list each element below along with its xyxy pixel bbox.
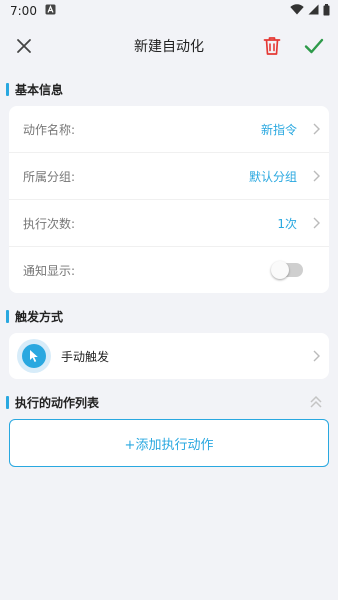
group-value: 默认分组 bbox=[248, 169, 297, 184]
status-time: 7:00 bbox=[10, 4, 37, 18]
wifi-icon bbox=[290, 4, 304, 18]
execution-count-value: 1次 bbox=[277, 216, 297, 231]
trash-icon bbox=[263, 37, 281, 55]
action-name-row[interactable]: 动作名称: 新指令 bbox=[9, 106, 329, 152]
collapse-icon[interactable] bbox=[308, 394, 324, 410]
action-name-value: 新指令 bbox=[260, 122, 297, 137]
toggle-knob bbox=[271, 261, 289, 279]
pointer-icon bbox=[30, 350, 38, 362]
notification-label: 通知显示: bbox=[23, 263, 76, 278]
manual-trigger-row[interactable]: 手动触发 bbox=[9, 333, 329, 379]
section-accent-bar bbox=[6, 395, 9, 409]
section-trigger-title: 触发方式 bbox=[15, 309, 64, 324]
close-icon bbox=[17, 39, 31, 53]
section-trigger: 触发方式 bbox=[0, 307, 338, 325]
group-label: 所属分组: bbox=[23, 169, 76, 184]
chevron-right-icon bbox=[313, 217, 320, 229]
section-actions-heading: 执行的动作列表 bbox=[0, 393, 99, 411]
section-accent-bar bbox=[6, 82, 9, 96]
check-icon bbox=[304, 38, 324, 54]
section-accent-bar bbox=[6, 309, 9, 323]
group-row[interactable]: 所属分组: 默认分组 bbox=[9, 152, 329, 199]
app-bar: 新建自动化 bbox=[0, 22, 338, 70]
manual-trigger-icon bbox=[17, 339, 51, 373]
page-title: 新建自动化 bbox=[134, 39, 204, 55]
execution-count-label: 执行次数: bbox=[23, 216, 76, 231]
section-actions-title: 执行的动作列表 bbox=[15, 395, 100, 410]
trigger-card: 手动触发 bbox=[9, 333, 329, 379]
notification-row: 通知显示: bbox=[9, 246, 329, 293]
delete-button[interactable] bbox=[258, 32, 286, 60]
signal-icon bbox=[308, 4, 319, 18]
section-basic-info-title: 基本信息 bbox=[15, 82, 64, 97]
close-button[interactable] bbox=[10, 32, 38, 60]
notification-toggle[interactable] bbox=[271, 261, 303, 279]
battery-icon bbox=[323, 3, 330, 19]
chevron-right-icon bbox=[313, 170, 320, 182]
confirm-button[interactable] bbox=[300, 32, 328, 60]
status-bar: 7:00 bbox=[0, 0, 338, 22]
chevron-right-icon bbox=[313, 350, 320, 362]
section-actions: 执行的动作列表 bbox=[0, 379, 338, 419]
add-action-button[interactable]: +添加执行动作 bbox=[9, 419, 329, 467]
notification-a-icon bbox=[45, 4, 56, 18]
manual-trigger-label: 手动触发 bbox=[61, 349, 110, 364]
section-basic-info: 基本信息 bbox=[0, 80, 338, 98]
chevron-right-icon bbox=[313, 123, 320, 135]
action-name-label: 动作名称: bbox=[23, 122, 76, 137]
execution-count-row[interactable]: 执行次数: 1次 bbox=[9, 199, 329, 246]
basic-info-card: 动作名称: 新指令 所属分组: 默认分组 执行次数: 1次 通知显示: bbox=[9, 106, 329, 293]
